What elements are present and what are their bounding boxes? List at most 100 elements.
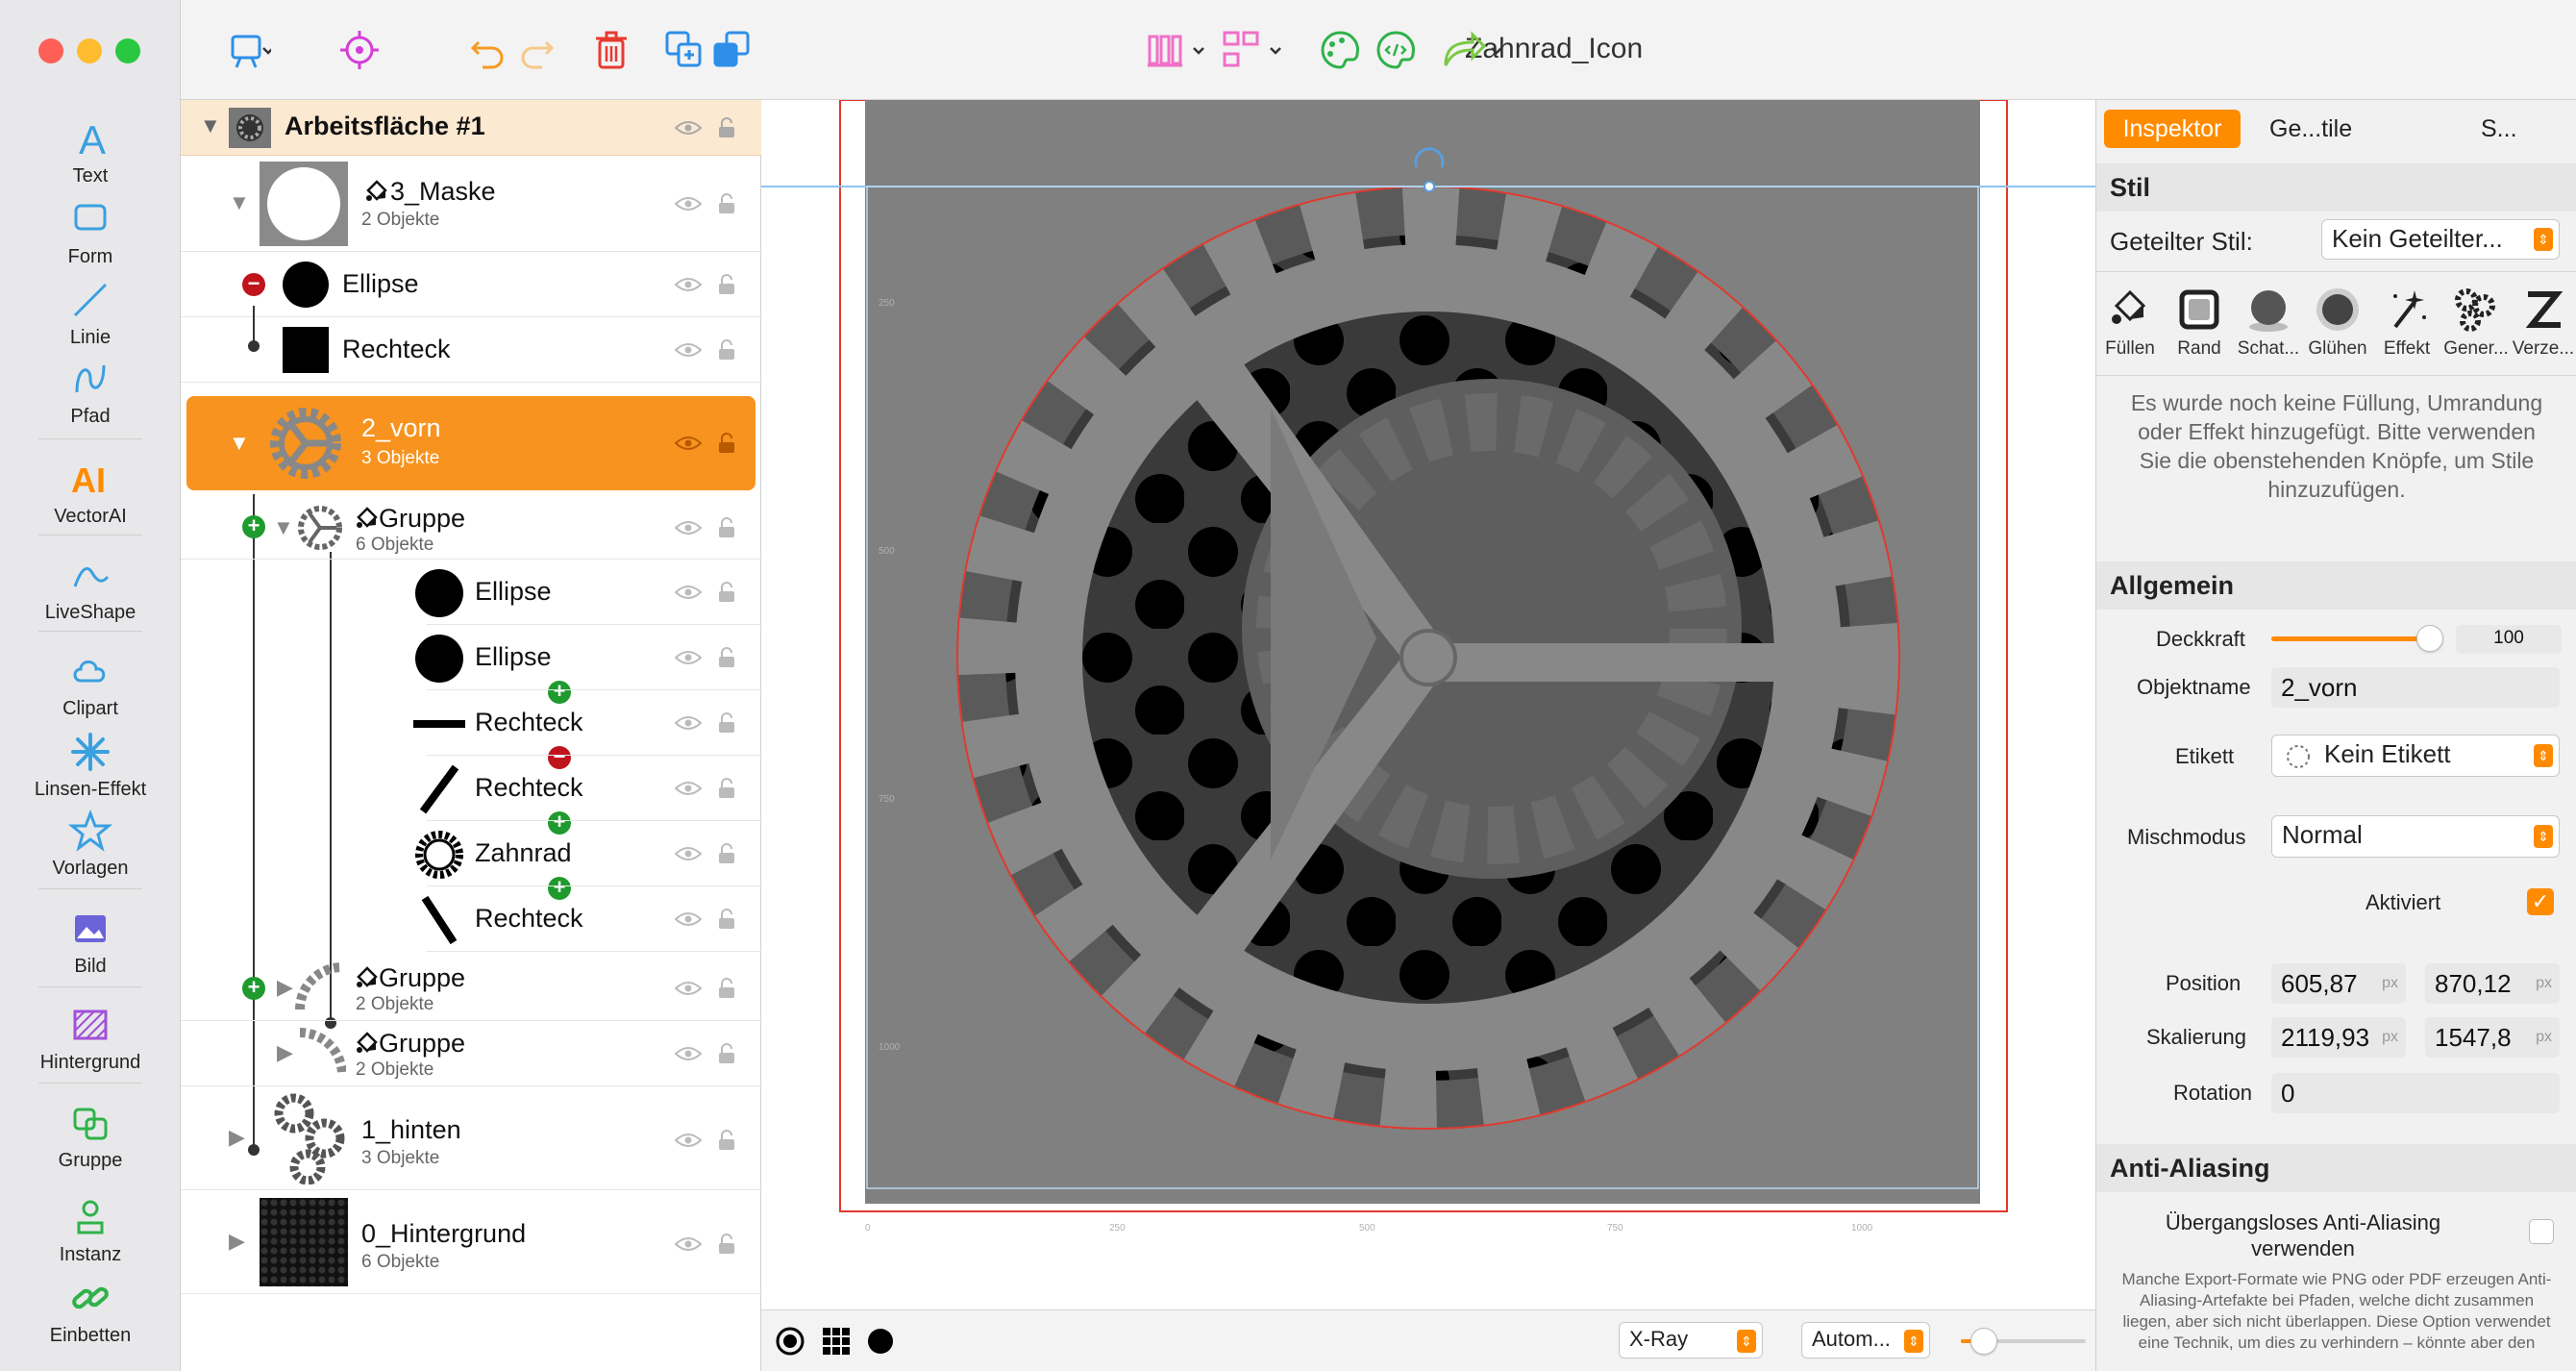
visibility-eye-icon[interactable] — [675, 436, 702, 451]
tool-path[interactable]: Pfad — [0, 356, 181, 428]
disclosure-closed-icon[interactable]: ▶ — [277, 1040, 293, 1065]
align-icon[interactable] — [1144, 27, 1213, 73]
visibility-eye-icon[interactable] — [675, 846, 702, 861]
tool-image[interactable]: Bild — [0, 906, 181, 978]
lock-icon[interactable] — [717, 843, 736, 864]
lock-icon[interactable] — [717, 274, 736, 295]
visibility-eye-icon[interactable] — [675, 981, 702, 996]
redo-icon[interactable] — [513, 27, 559, 73]
opacity-slider-track[interactable] — [2271, 625, 2443, 652]
tool-clipart[interactable]: Clipart — [0, 648, 181, 720]
stroke-button[interactable]: Rand — [2166, 285, 2233, 360]
disclosure-closed-icon[interactable]: ▶ — [229, 1229, 245, 1254]
share-icon[interactable] — [1438, 27, 1507, 73]
view-mode-select[interactable]: X-Ray ⇕ — [1619, 1322, 1763, 1359]
lock-icon[interactable] — [717, 647, 736, 668]
anti-aliasing-checkbox[interactable] — [2529, 1219, 2554, 1244]
visibility-eye-icon[interactable] — [675, 715, 702, 731]
tab-s[interactable]: S... — [2481, 115, 2517, 143]
scale-x-input[interactable]: 2119,93 px — [2271, 1017, 2406, 1058]
layer-row-group[interactable]: ▶ Gruppe 2 Objekte — [181, 1021, 761, 1086]
lock-icon[interactable] — [717, 909, 736, 930]
visibility-eye-icon[interactable] — [675, 277, 702, 292]
lock-icon[interactable] — [717, 778, 736, 799]
disclosure-open-icon[interactable]: ▼ — [200, 113, 221, 138]
shadow-button[interactable]: Schat... — [2235, 285, 2302, 360]
opacity-input[interactable]: 100 — [2456, 625, 2562, 654]
duplicate-icon[interactable] — [661, 27, 707, 73]
tool-background[interactable]: Hintergrund — [0, 1002, 181, 1074]
glow-button[interactable]: Glühen — [2304, 285, 2371, 360]
target-icon[interactable] — [336, 27, 383, 73]
tool-templates[interactable]: Vorlagen — [0, 808, 181, 880]
canvas-area[interactable]: 250 500 750 1000 0 250 500 750 1000 — [761, 100, 2095, 1309]
distort-button[interactable]: Verze... — [2510, 285, 2576, 360]
visibility-eye-icon[interactable] — [675, 650, 702, 665]
visibility-eye-icon[interactable] — [675, 1236, 702, 1252]
layer-row-artboard[interactable]: ▼ Arbeitsfläche #1 — [181, 100, 761, 156]
position-x-input[interactable]: 605,87 px — [2271, 963, 2406, 1004]
effect-button[interactable]: Effekt — [2373, 285, 2440, 360]
visibility-eye-icon[interactable] — [675, 585, 702, 600]
tab-inspector[interactable]: Inspektor — [2104, 110, 2241, 148]
tag-select[interactable]: Kein Etikett ⇕ — [2271, 735, 2560, 777]
snap-dot-icon[interactable] — [867, 1328, 894, 1355]
trash-icon[interactable] — [588, 27, 634, 73]
lock-icon[interactable] — [717, 339, 736, 361]
generator-button[interactable]: Gener... — [2442, 285, 2510, 360]
visibility-eye-icon[interactable] — [675, 120, 702, 136]
layer-row-rectangle[interactable]: Rechteck — [181, 306, 761, 383]
arrange-icon[interactable] — [1221, 27, 1290, 73]
tool-line[interactable]: Linie — [0, 277, 181, 349]
lock-icon[interactable] — [717, 978, 736, 999]
selection-handle[interactable] — [1424, 181, 1435, 192]
visibility-eye-icon[interactable] — [675, 520, 702, 536]
layer-row-back[interactable]: ▶ 1_hinten 3 Objekte — [181, 1086, 761, 1190]
tool-vectorai[interactable]: AI VectorAI — [0, 456, 181, 528]
layer-row-rectangle[interactable]: Rechteck — [413, 690, 761, 756]
undo-icon[interactable] — [465, 27, 511, 73]
artboard-icon[interactable] — [225, 27, 271, 73]
visibility-eye-icon[interactable] — [675, 342, 702, 358]
tool-group[interactable]: Gruppe — [0, 1100, 181, 1172]
layer-row-front-selected[interactable]: ▼ 2_vorn 3 Objekte — [186, 396, 755, 490]
close-window-button[interactable] — [38, 38, 63, 63]
visibility-eye-icon[interactable] — [675, 1133, 702, 1148]
scale-y-input[interactable]: 1547,8 px — [2425, 1017, 2560, 1058]
lock-icon[interactable] — [717, 433, 736, 454]
tool-embed[interactable]: Einbetten — [0, 1275, 181, 1347]
zoom-select[interactable]: Autom... ⇕ — [1801, 1322, 1930, 1359]
blend-mode-select[interactable]: Normal ⇕ — [2271, 815, 2560, 858]
zoom-window-button[interactable] — [115, 38, 140, 63]
tool-instance[interactable]: Instanz — [0, 1194, 181, 1266]
layer-row-background[interactable]: ▶ 0_Hintergrund 6 Objekte — [181, 1190, 761, 1294]
minimize-window-button[interactable] — [77, 38, 102, 63]
layer-row-rectangle[interactable]: Rechteck — [419, 756, 761, 821]
tool-liveshape[interactable]: LiveShape — [0, 552, 181, 624]
opacity-slider-knob[interactable] — [2415, 625, 2443, 652]
fill-button[interactable]: Füllen — [2096, 285, 2164, 360]
artboard-drawing[interactable]: 250 500 750 1000 0 250 500 750 1000 — [761, 100, 2095, 1309]
lock-icon[interactable] — [717, 582, 736, 603]
disclosure-open-icon[interactable]: ▼ — [229, 190, 250, 215]
lock-icon[interactable] — [717, 1130, 736, 1151]
tool-shape[interactable]: Form — [0, 196, 181, 268]
layer-row-group[interactable]: + ▼ Gruppe 6 Objekte — [181, 496, 761, 560]
lock-icon[interactable] — [717, 712, 736, 734]
disclosure-closed-icon[interactable]: ▶ — [229, 1125, 245, 1150]
visibility-eye-icon[interactable] — [675, 911, 702, 927]
tool-text[interactable]: A Text — [0, 115, 181, 187]
lock-icon[interactable] — [717, 193, 736, 214]
layer-row-rectangle[interactable]: Rechteck — [421, 886, 761, 952]
tool-lens-effect[interactable]: Linsen-Effekt — [0, 729, 181, 801]
lock-icon[interactable] — [717, 1043, 736, 1064]
lock-icon[interactable] — [717, 1234, 736, 1255]
layer-row-ellipse[interactable]: Ellipse — [415, 625, 761, 690]
grid-icon[interactable] — [821, 1326, 852, 1357]
group-objects-icon[interactable] — [709, 27, 755, 73]
palette-icon[interactable] — [1317, 27, 1363, 73]
record-icon[interactable] — [775, 1326, 805, 1357]
layer-row-group[interactable]: + ▶ Gruppe 2 Objekte — [181, 956, 761, 1021]
visibility-eye-icon[interactable] — [675, 196, 702, 212]
tab-shared-styles[interactable]: Ge...tile — [2269, 115, 2352, 143]
